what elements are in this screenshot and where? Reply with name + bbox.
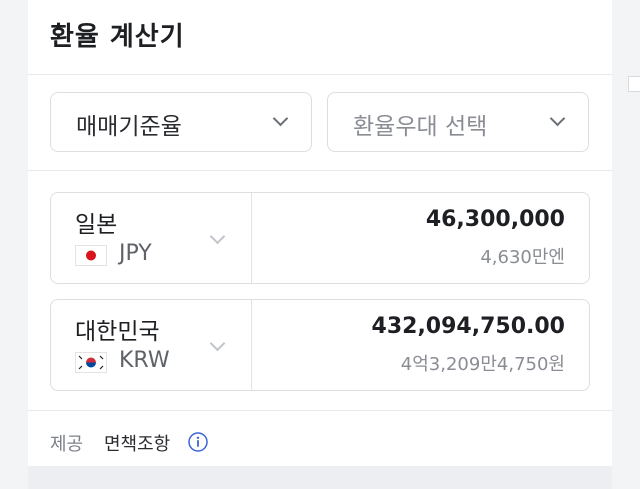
- chevron-down-icon: [209, 228, 226, 245]
- chevron-down-icon: [549, 110, 566, 127]
- currency-code: KRW: [119, 348, 170, 373]
- currency-name: 일본: [75, 212, 118, 238]
- to-currency-select[interactable]: 대한민국 KRW: [51, 300, 252, 390]
- provider-label: 제공: [50, 434, 84, 455]
- from-currency-row: 일본 JPY 46,300,000 4,630만엔: [50, 192, 590, 284]
- rate-type-select[interactable]: 매매기준율: [50, 92, 312, 152]
- section-divider: [28, 170, 612, 171]
- preference-select[interactable]: 환율우대 선택: [327, 92, 589, 152]
- from-currency-select[interactable]: 일본 JPY: [51, 193, 252, 283]
- to-currency-row: 대한민국 KRW 432,094,750.00 4억3,209만4,750원: [50, 299, 590, 391]
- korea-flag-icon: [75, 352, 107, 373]
- page-title: 환율 계산기: [50, 22, 185, 52]
- to-amount-value[interactable]: 432,094,750.00: [372, 314, 565, 339]
- rate-type-value: 매매기준율: [76, 114, 182, 140]
- japan-flag-icon: [75, 245, 107, 266]
- adjacent-panel-edge: [628, 76, 640, 92]
- chevron-down-icon: [209, 335, 226, 352]
- chevron-down-icon: [272, 110, 289, 127]
- header-divider: [28, 74, 612, 75]
- right-gutter: [612, 0, 640, 489]
- bottom-separator-band: [28, 466, 612, 489]
- from-amount-input[interactable]: 46,300,000: [426, 207, 565, 232]
- to-amount-words: 4억3,209만4,750원: [400, 354, 565, 375]
- info-icon[interactable]: [188, 432, 208, 452]
- from-amount-words: 4,630만엔: [480, 247, 565, 268]
- footer-divider: [28, 410, 612, 411]
- preference-placeholder: 환율우대 선택: [353, 114, 488, 140]
- disclaimer-link[interactable]: 면책조항: [104, 430, 170, 456]
- currency-name: 대한민국: [75, 319, 160, 345]
- exchange-calculator-page: 환율 계산기 매매기준율 환율우대 선택 일본 JPY 46,300,000 4…: [0, 0, 640, 489]
- currency-code: JPY: [119, 241, 152, 266]
